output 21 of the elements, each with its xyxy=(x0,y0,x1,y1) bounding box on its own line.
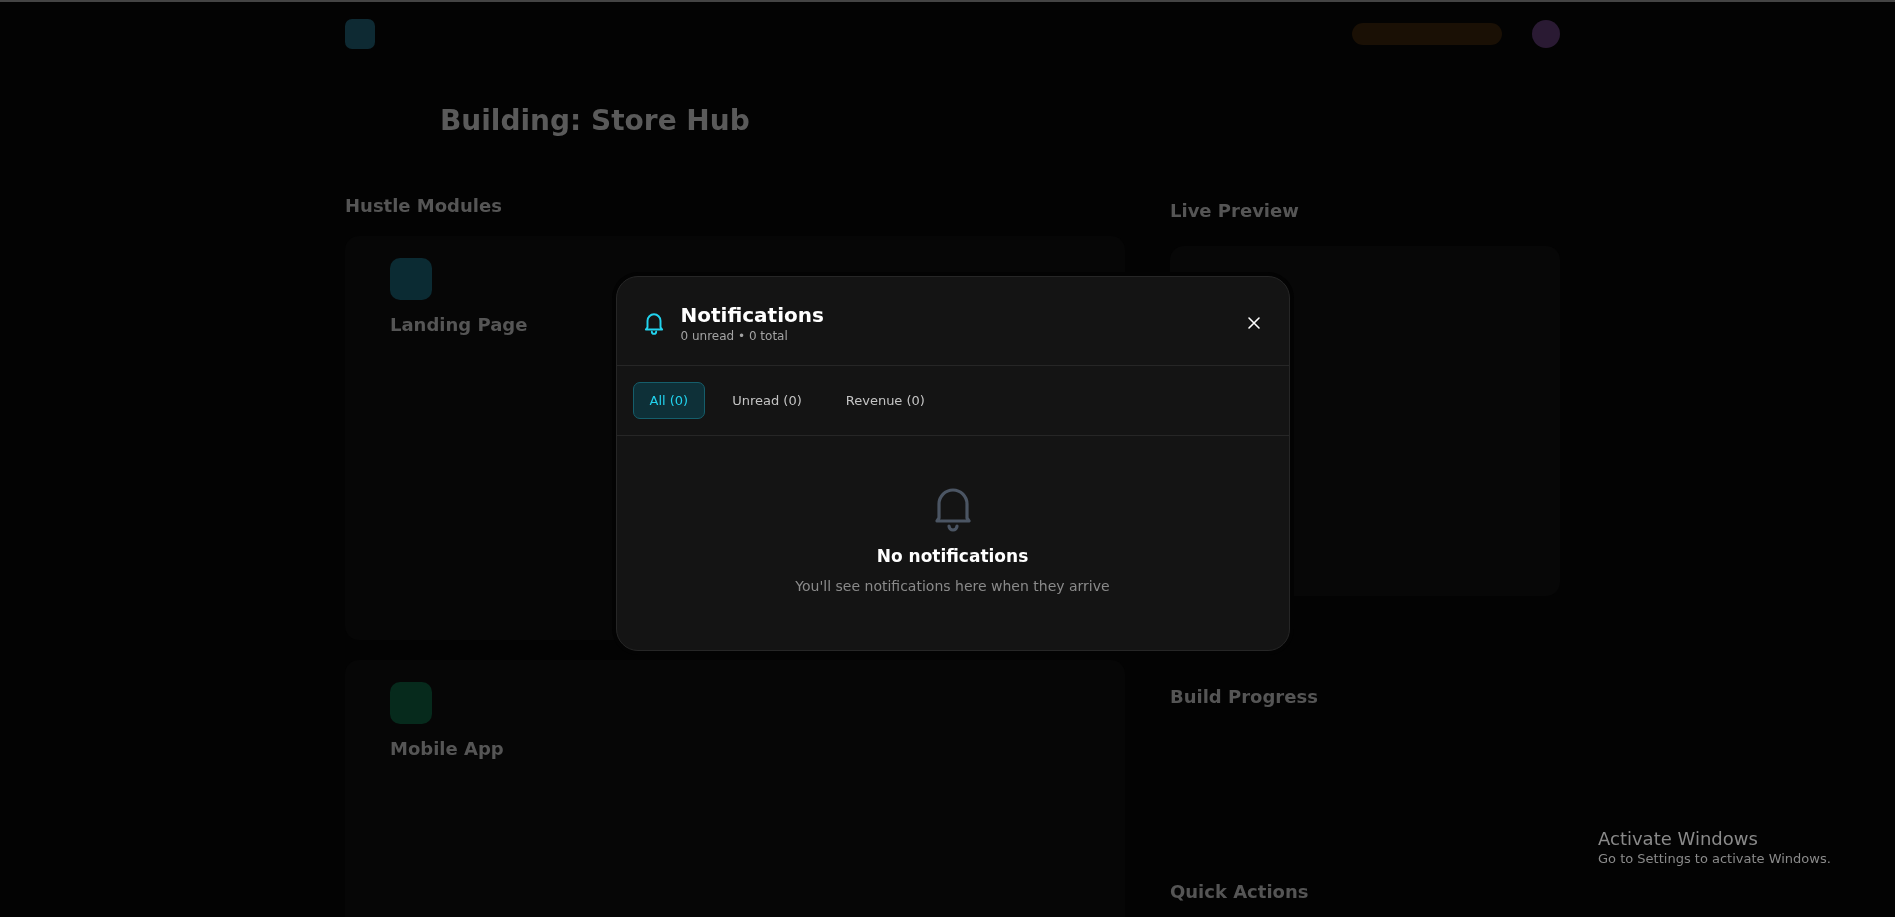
module-title: Landing Page xyxy=(390,314,528,335)
dialog-title: Notifications xyxy=(680,303,825,327)
activation-title: Activate Windows xyxy=(1598,828,1759,849)
avatar-icon xyxy=(1532,20,1560,48)
page-title: Building: Store Hub xyxy=(440,104,750,137)
section-heading: Build Progress xyxy=(1170,686,1318,707)
section-heading: Quick Actions xyxy=(1170,881,1309,902)
dialog-subtitle: 0 unread • 0 total xyxy=(680,329,789,343)
empty-message: You'll see notifications here when they arrive xyxy=(795,578,1110,594)
section-heading: Live Preview xyxy=(1170,200,1299,221)
close-icon xyxy=(1246,316,1261,330)
empty-title: No notifications xyxy=(876,546,1029,566)
section-heading: Hustle Modules xyxy=(345,195,503,216)
filter-tab[interactable]: All (0) xyxy=(632,382,706,419)
activation-message: Go to Settings to activate Windows. xyxy=(1598,851,1831,866)
module-icon xyxy=(390,682,432,724)
module-title: Mobile App xyxy=(390,738,504,759)
module-icon xyxy=(390,258,432,300)
filter-tab[interactable]: Unread (0) xyxy=(715,382,819,419)
filter-tab[interactable]: Revenue (0) xyxy=(828,382,942,419)
logo-icon xyxy=(345,19,375,49)
